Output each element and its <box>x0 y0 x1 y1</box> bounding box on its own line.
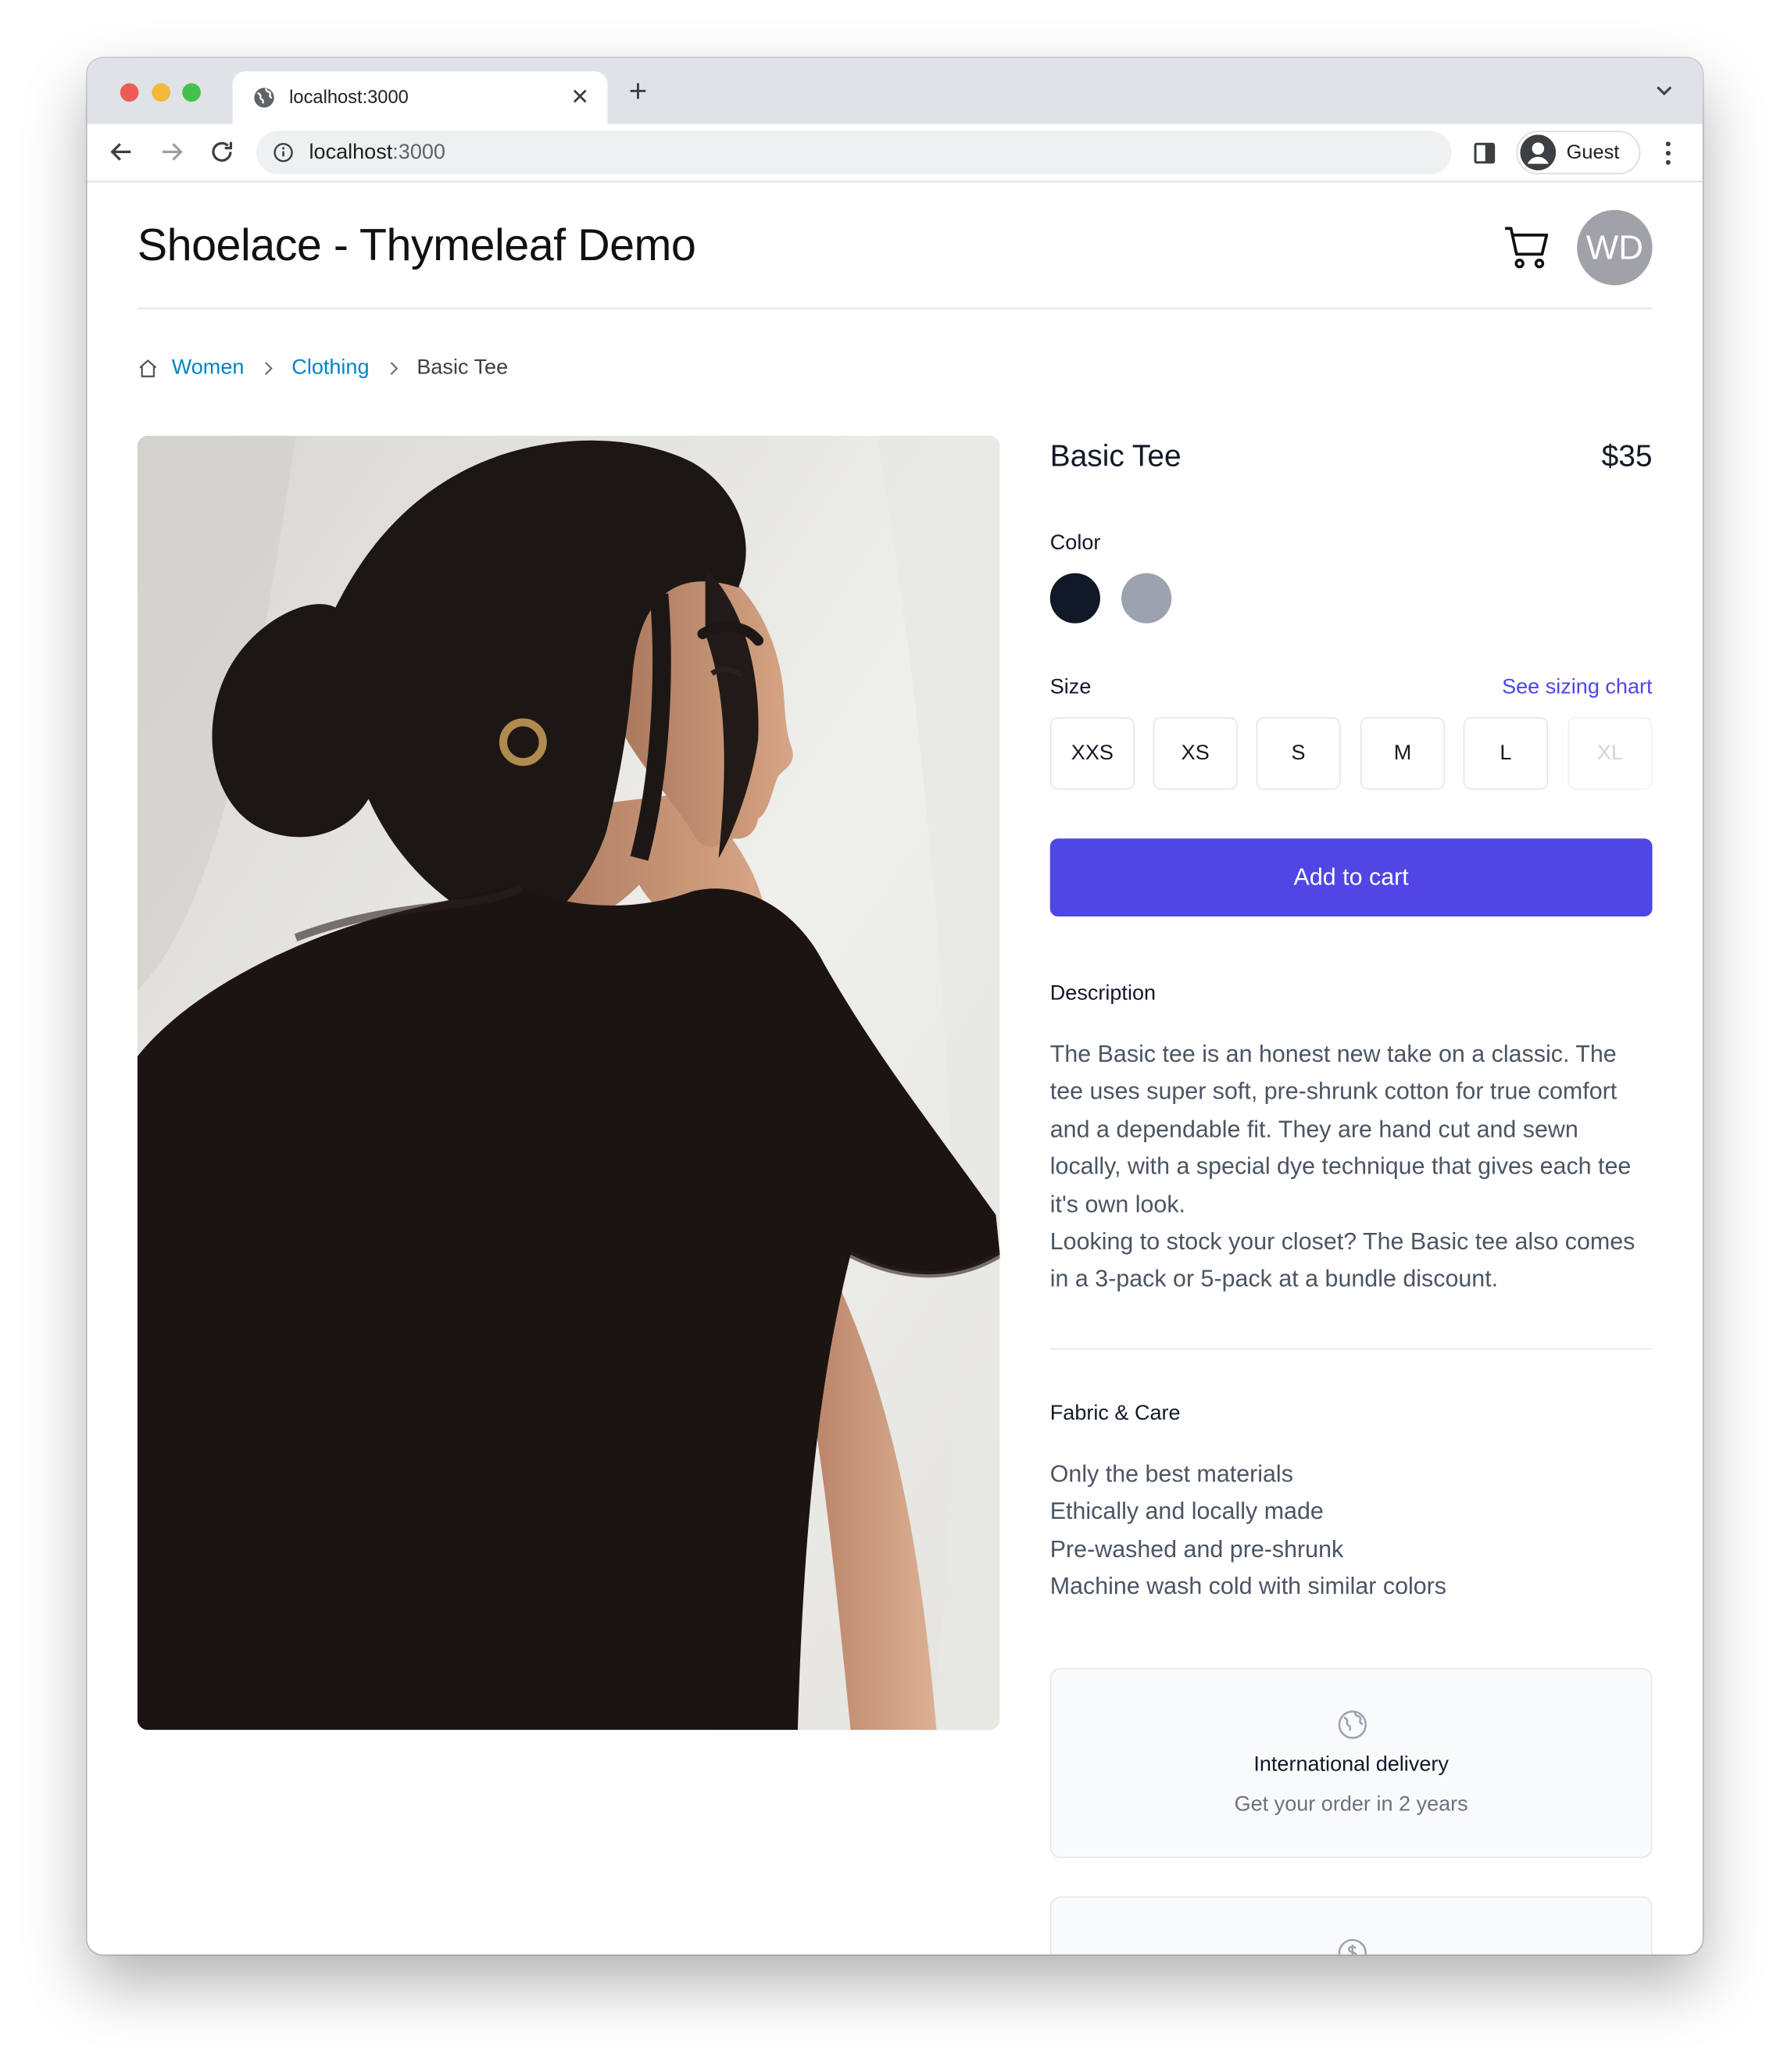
size-label: Size <box>1049 676 1092 699</box>
policy-card-price <box>1049 1896 1653 1955</box>
tab-strip: localhost:3000 ✕ + <box>87 58 1703 124</box>
fabric-care-item: Ethically and locally made <box>1049 1498 1324 1525</box>
globe-icon <box>254 88 274 108</box>
description-heading: Description <box>1049 982 1156 1006</box>
tab-title: localhost:3000 <box>289 85 409 107</box>
size-option-xxs[interactable]: XXS <box>1049 716 1135 790</box>
header-divider <box>137 307 1653 309</box>
section-divider <box>1049 1348 1653 1350</box>
policy-subtitle: Get your order in 2 years <box>1234 1793 1468 1817</box>
reload-icon[interactable] <box>207 138 236 166</box>
sizing-chart-link[interactable]: See sizing chart <box>1408 676 1652 699</box>
close-window-button[interactable] <box>120 83 139 102</box>
fabric-care-item: Only the best materials <box>1049 1460 1293 1488</box>
address-bar[interactable]: localhost:3000 <box>256 130 1452 175</box>
user-avatar[interactable]: WD <box>1577 209 1653 286</box>
currency-dollar-icon <box>1338 1938 1367 1955</box>
page-content: Shoelace - Thymeleaf Demo WD Women Cloth… <box>87 183 1703 1955</box>
close-tab-icon[interactable]: ✕ <box>570 84 589 111</box>
shopping-cart-icon[interactable] <box>1503 223 1551 271</box>
size-selector: XXS XS S M L XL <box>1049 716 1653 790</box>
product-price: $35 <box>1601 438 1653 473</box>
fabric-care-list: Only the best materials Ethically and lo… <box>1050 1456 1653 1606</box>
side-panel-icon[interactable] <box>1474 142 1496 164</box>
breadcrumb-clothing[interactable]: Clothing <box>291 356 369 380</box>
home-icon[interactable] <box>138 358 159 379</box>
fabric-care-heading: Fabric & Care <box>1049 1402 1181 1425</box>
breadcrumb-women[interactable]: Women <box>172 356 245 380</box>
url-port: :3000 <box>392 141 445 164</box>
profile-avatar-icon <box>1520 134 1557 171</box>
more-menu-icon[interactable] <box>1665 140 1671 166</box>
forward-icon[interactable] <box>157 138 186 166</box>
color-label: Color <box>1049 532 1101 555</box>
policy-title: International delivery <box>1253 1753 1449 1777</box>
size-option-s[interactable]: S <box>1256 716 1341 790</box>
color-swatch-black[interactable] <box>1049 573 1100 623</box>
site-title: Shoelace - Thymeleaf Demo <box>137 220 696 271</box>
chevron-down-icon[interactable] <box>1655 84 1674 98</box>
browser-tab[interactable]: localhost:3000 ✕ <box>232 71 608 124</box>
description-text: The Basic tee is an honest new take on a… <box>1050 1035 1655 1298</box>
policy-card-delivery: International delivery Get your order in… <box>1049 1667 1653 1859</box>
browser-window: localhost:3000 ✕ + localhost:3000 Guest … <box>87 58 1703 1955</box>
back-icon[interactable] <box>107 138 136 166</box>
breadcrumb-current: Basic Tee <box>416 356 509 380</box>
maximize-window-button[interactable] <box>182 83 201 102</box>
description-paragraph: Looking to stock your closet? The Basic … <box>1049 1227 1635 1292</box>
profile-label: Guest <box>1566 141 1620 164</box>
breadcrumb: Women Clothing Basic Tee <box>138 352 508 384</box>
minimize-window-button[interactable] <box>152 83 171 102</box>
url-host: localhost <box>309 141 393 164</box>
info-icon[interactable] <box>273 143 293 163</box>
product-name: Basic Tee <box>1049 438 1181 473</box>
size-option-m[interactable]: M <box>1360 716 1446 790</box>
product-photo-illustration <box>137 435 1000 1731</box>
product-image <box>137 435 1000 1731</box>
chevron-right-icon <box>389 362 398 375</box>
size-option-xl: XL <box>1568 716 1653 790</box>
profile-button[interactable]: Guest <box>1516 130 1641 175</box>
description-paragraph: The Basic tee is an honest new take on a… <box>1049 1040 1632 1217</box>
add-to-cart-button[interactable]: Add to cart <box>1049 838 1653 917</box>
size-option-xs[interactable]: XS <box>1153 716 1238 790</box>
new-tab-button[interactable]: + <box>629 74 648 109</box>
fabric-care-item: Pre-washed and pre-shrunk <box>1049 1535 1344 1563</box>
url-text: localhost:3000 <box>309 141 445 165</box>
size-option-l[interactable]: L <box>1463 716 1548 790</box>
color-swatch-gray[interactable] <box>1121 573 1172 623</box>
globe-icon <box>1338 1710 1367 1739</box>
fabric-care-item: Machine wash cold with similar colors <box>1049 1573 1447 1600</box>
chevron-right-icon <box>264 362 273 375</box>
browser-toolbar: localhost:3000 Guest <box>87 123 1703 183</box>
